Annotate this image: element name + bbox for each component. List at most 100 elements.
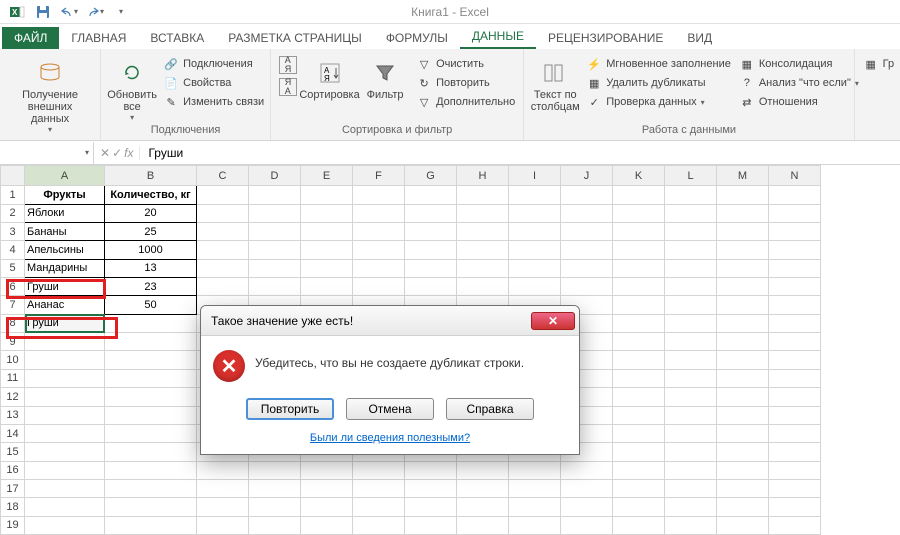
cell[interactable] [197, 186, 249, 204]
cell[interactable] [457, 498, 509, 516]
cell[interactable] [25, 369, 105, 387]
get-external-data-button[interactable]: Получение внешних данных▾ [6, 55, 94, 136]
cell[interactable] [769, 479, 821, 497]
col-header-E[interactable]: E [301, 166, 353, 186]
edit-links-button[interactable]: ✎Изменить связи [161, 93, 266, 111]
cell[interactable] [249, 278, 301, 296]
save-icon[interactable] [32, 2, 54, 22]
cell[interactable] [197, 461, 249, 479]
cell[interactable] [105, 388, 197, 406]
consolidate-button[interactable]: ▦Консолидация [737, 55, 861, 73]
cell[interactable] [717, 333, 769, 351]
cell[interactable] [769, 314, 821, 332]
cell[interactable] [561, 498, 613, 516]
cell-B1[interactable]: Количество, кг [105, 186, 197, 204]
retry-button[interactable]: Повторить [246, 398, 334, 420]
row-header[interactable]: 6 [1, 278, 25, 296]
cell[interactable] [665, 204, 717, 222]
row-header[interactable]: 5 [1, 259, 25, 277]
cell[interactable] [105, 369, 197, 387]
cell[interactable] [509, 498, 561, 516]
cell[interactable] [405, 186, 457, 204]
cell-B8[interactable] [105, 314, 197, 332]
cell[interactable] [665, 314, 717, 332]
row-header[interactable]: 17 [1, 479, 25, 497]
cell[interactable] [197, 241, 249, 259]
cell[interactable] [353, 241, 405, 259]
cell[interactable] [301, 461, 353, 479]
feedback-link[interactable]: Были ли сведения полезными? [310, 432, 470, 444]
cell[interactable] [769, 241, 821, 259]
cell[interactable] [457, 186, 509, 204]
cell[interactable] [769, 406, 821, 424]
dialog-close-button[interactable]: ✕ [531, 312, 575, 330]
cell[interactable] [665, 296, 717, 314]
col-header-B[interactable]: B [105, 166, 197, 186]
cell[interactable] [717, 479, 769, 497]
cell[interactable] [301, 223, 353, 241]
cell[interactable] [665, 443, 717, 461]
cell[interactable] [301, 498, 353, 516]
cell-A6[interactable]: Груши [25, 278, 105, 296]
cell[interactable] [353, 516, 405, 534]
cell[interactable] [561, 241, 613, 259]
cell[interactable] [613, 241, 665, 259]
cell[interactable] [25, 388, 105, 406]
cell[interactable] [249, 259, 301, 277]
cell[interactable] [353, 204, 405, 222]
cell[interactable] [405, 278, 457, 296]
cell[interactable] [405, 204, 457, 222]
cell[interactable] [25, 333, 105, 351]
group-button[interactable]: ▦Гр [861, 55, 896, 73]
col-header-M[interactable]: M [717, 166, 769, 186]
cell[interactable] [105, 461, 197, 479]
cell-A4[interactable]: Апельсины [25, 241, 105, 259]
cell[interactable] [717, 296, 769, 314]
cell[interactable] [25, 351, 105, 369]
cell[interactable] [769, 388, 821, 406]
cell[interactable] [561, 204, 613, 222]
row-header[interactable]: 4 [1, 241, 25, 259]
cell[interactable] [665, 369, 717, 387]
cell[interactable] [769, 369, 821, 387]
cell[interactable] [509, 186, 561, 204]
row-header[interactable]: 13 [1, 406, 25, 424]
cell-A8-active[interactable]: Груши [25, 314, 105, 332]
cell[interactable] [509, 461, 561, 479]
cell[interactable] [353, 461, 405, 479]
cell[interactable] [613, 259, 665, 277]
cell[interactable] [613, 388, 665, 406]
cell-B5[interactable]: 13 [105, 259, 197, 277]
cell[interactable] [301, 516, 353, 534]
cell[interactable] [197, 498, 249, 516]
cell[interactable] [717, 259, 769, 277]
cell[interactable] [613, 516, 665, 534]
cell[interactable] [105, 443, 197, 461]
cell[interactable] [613, 186, 665, 204]
cell[interactable] [717, 223, 769, 241]
cell[interactable] [509, 259, 561, 277]
col-header-H[interactable]: H [457, 166, 509, 186]
row-header[interactable]: 1 [1, 186, 25, 204]
cell[interactable] [405, 259, 457, 277]
cell[interactable] [457, 516, 509, 534]
cell-B2[interactable]: 20 [105, 204, 197, 222]
cell[interactable] [613, 406, 665, 424]
cell[interactable] [613, 498, 665, 516]
cell[interactable] [561, 479, 613, 497]
formula-input[interactable] [148, 146, 892, 160]
cell[interactable] [665, 351, 717, 369]
cell[interactable] [769, 296, 821, 314]
dialog-titlebar[interactable]: Такое значение уже есть! ✕ [201, 306, 579, 336]
cell[interactable] [561, 516, 613, 534]
cell[interactable] [613, 296, 665, 314]
cell[interactable] [197, 259, 249, 277]
cell[interactable] [249, 223, 301, 241]
cell[interactable] [769, 461, 821, 479]
cell[interactable] [509, 516, 561, 534]
cell[interactable] [405, 461, 457, 479]
sort-desc-button[interactable]: ЯА [277, 77, 299, 97]
excel-icon[interactable]: X [6, 2, 28, 22]
tab-formulas[interactable]: ФОРМУЛЫ [374, 27, 460, 49]
col-header-F[interactable]: F [353, 166, 405, 186]
